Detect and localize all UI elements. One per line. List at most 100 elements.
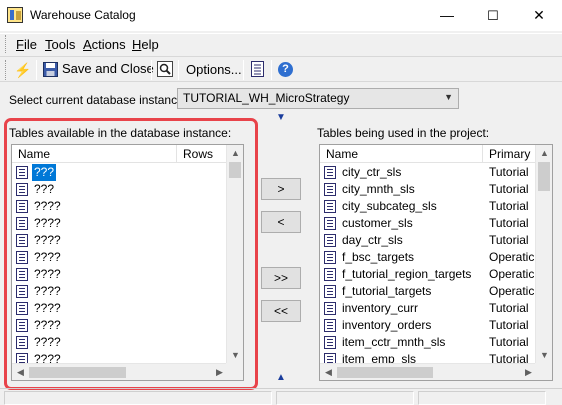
scrollbar-thumb[interactable] (337, 367, 433, 378)
remove-all-tables-button[interactable]: << (261, 300, 301, 322)
lightning-icon[interactable]: ⚡ (14, 61, 31, 79)
table-view-icon[interactable] (250, 61, 266, 77)
menu-help-mnemonic: H (132, 37, 142, 52)
warehouse-catalog-icon (7, 7, 23, 23)
menu-actions-label: ctions (91, 37, 126, 52)
table-name: inventory_curr (342, 301, 419, 315)
options-button[interactable]: Options... (186, 61, 242, 79)
table-icon (324, 166, 336, 179)
table-name: f_tutorial_region_targets (342, 267, 472, 281)
window-title: Warehouse Catalog (30, 8, 136, 22)
menu-help-label: elp (141, 37, 159, 52)
table-primary: Operatic (489, 250, 535, 264)
status-pane (4, 391, 272, 405)
menu-help[interactable]: Help (132, 37, 159, 52)
find-icon[interactable] (157, 61, 173, 77)
table-primary: Tutorial (489, 216, 529, 230)
used-tables-label: Tables being used in the project: (317, 126, 490, 140)
table-icon (324, 336, 336, 349)
status-pane (418, 391, 546, 405)
table-name: day_ctr_sls (342, 233, 403, 247)
table-primary: Tutorial (489, 318, 529, 332)
table-icon (324, 251, 336, 264)
table-icon (324, 183, 336, 196)
table-name: f_bsc_targets (342, 250, 415, 264)
table-row[interactable]: f_bsc_targets Operatic (320, 249, 535, 266)
toolbar-grip[interactable] (5, 60, 8, 80)
table-name: city_mnth_sls (342, 182, 415, 196)
menu-actions[interactable]: Actions (83, 37, 126, 52)
table-row[interactable]: inventory_orders Tutorial (320, 317, 535, 334)
used-tables-list[interactable]: Name Primary city_ctr_sls Tutorial city_mn… (319, 144, 553, 381)
table-name: item_cctr_mnth_sls (342, 335, 446, 349)
used-horizontal-scrollbar[interactable]: ◀ ▶ (320, 363, 537, 380)
table-row[interactable]: f_tutorial_targets Operatic (320, 283, 535, 300)
table-row[interactable]: inventory_curr Tutorial (320, 300, 535, 317)
table-row[interactable]: city_mnth_sls Tutorial (320, 181, 535, 198)
chevron-down-icon: ▼ (444, 92, 453, 102)
table-primary: Operatic (489, 284, 535, 298)
table-name: city_subcateg_sls (342, 199, 437, 213)
menu-file-label: ile (23, 37, 37, 52)
table-icon (324, 319, 336, 332)
menu-tools-label: ools (51, 37, 76, 52)
remove-table-button[interactable]: < (261, 211, 301, 233)
table-row[interactable]: city_subcateg_sls Tutorial (320, 198, 535, 215)
table-icon (324, 302, 336, 315)
menu-file-mnemonic: F (16, 37, 24, 52)
table-row[interactable]: day_ctr_sls Tutorial (320, 232, 535, 249)
db-instance-select[interactable]: TUTORIAL_WH_MicroStrategy ▼ (177, 88, 459, 109)
column-header-name[interactable]: Name (320, 145, 483, 163)
table-icon (324, 217, 336, 230)
toolbar-separator (36, 60, 37, 80)
toolbar: ⚡ Save and Close Options... ? (0, 56, 562, 82)
add-table-button[interactable]: > (261, 178, 301, 200)
table-primary: Tutorial (489, 182, 529, 196)
table-primary: Tutorial (489, 199, 529, 213)
table-primary: Tutorial (489, 301, 529, 315)
maximize-button[interactable]: ☐ (470, 0, 516, 31)
menu-actions-mnemonic: A (83, 37, 92, 52)
db-instance-label: Select current database instance (9, 93, 184, 107)
table-name: f_tutorial_targets (342, 284, 432, 298)
table-icon (324, 234, 336, 247)
highlight-box (4, 118, 258, 390)
table-row[interactable]: customer_sls Tutorial (320, 215, 535, 232)
used-vertical-scrollbar[interactable]: ▲ ▼ (535, 145, 552, 364)
table-icon (324, 268, 336, 281)
table-name: city_ctr_sls (342, 165, 402, 179)
table-primary: Tutorial (489, 165, 529, 179)
table-icon (324, 200, 336, 213)
table-name: inventory_orders (342, 318, 432, 332)
table-primary: Tutorial (489, 233, 529, 247)
table-primary: Tutorial (489, 335, 529, 349)
save-and-close-label: Save and Close (62, 61, 154, 76)
scroll-corner (535, 363, 552, 380)
table-row[interactable]: city_ctr_sls Tutorial (320, 164, 535, 181)
toolbar-separator (243, 60, 244, 80)
menu-bar: File Tools Actions Help (0, 33, 562, 55)
table-primary: Operatic (489, 267, 535, 281)
menu-tools[interactable]: Tools (45, 37, 75, 52)
help-icon[interactable]: ? (278, 62, 293, 77)
add-all-tables-button[interactable]: >> (261, 267, 301, 289)
column-header-primary[interactable]: Primary (483, 145, 537, 163)
status-pane (276, 391, 414, 405)
table-name: customer_sls (342, 216, 413, 230)
scroll-left-arrow-icon[interactable]: ◀ (320, 364, 337, 380)
toolbar-separator (151, 60, 152, 80)
toolbar-separator (178, 60, 179, 80)
scroll-down-arrow-icon[interactable]: ▼ (536, 347, 552, 364)
minimize-button[interactable]: — (424, 0, 470, 31)
menu-file[interactable]: File (16, 37, 37, 52)
menubar-grip[interactable] (5, 35, 8, 53)
table-icon (324, 285, 336, 298)
move-down-arrow-icon: ▼ (276, 112, 286, 123)
table-row[interactable]: item_cctr_mnth_sls Tutorial (320, 334, 535, 351)
save-and-close-button[interactable]: Save and Close (42, 60, 162, 80)
move-up-arrow-icon: ▲ (276, 372, 286, 383)
close-button[interactable]: ✕ (516, 0, 562, 31)
table-row[interactable]: f_tutorial_region_targets Operatic (320, 266, 535, 283)
scrollbar-thumb[interactable] (538, 162, 550, 191)
scroll-up-arrow-icon[interactable]: ▲ (536, 145, 552, 162)
